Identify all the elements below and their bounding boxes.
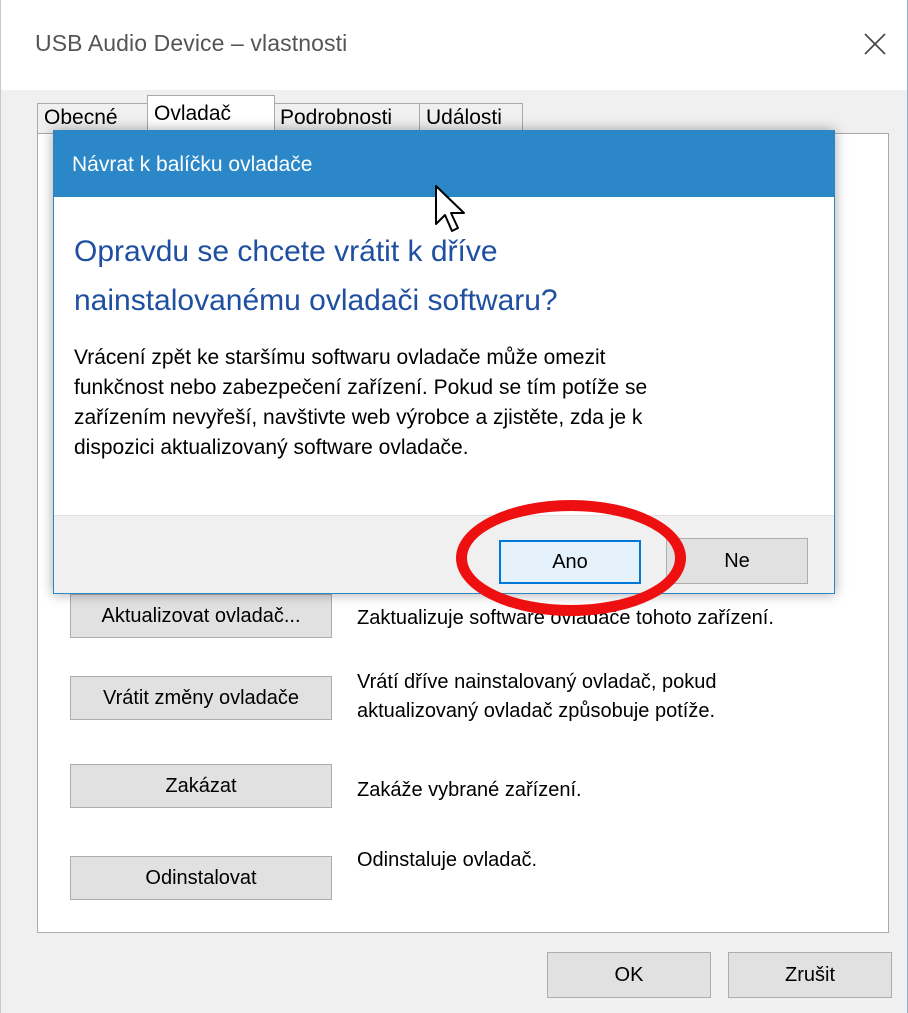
dialog-message-line: funkčnost nebo zabezpečení zařízení. Pok… (74, 376, 648, 399)
cancel-button[interactable]: Zrušit (728, 952, 892, 998)
yes-button[interactable]: Ano (499, 540, 641, 584)
dialog-message: Vrácení zpět ke staršímu softwaru ovlada… (74, 343, 814, 463)
rollback-driver-description: Vrátí dříve nainstalovaný ovladač, pokud… (357, 668, 877, 726)
window-title: USB Audio Device – vlastnosti (35, 30, 348, 56)
rollback-description-line: Vrátí dříve nainstalovaný ovladač, pokud (357, 671, 717, 693)
dialog-title: Návrat k balíčku ovladače (72, 153, 313, 176)
ok-button[interactable]: OK (547, 952, 711, 998)
title-bar: USB Audio Device – vlastnosti (1, 0, 907, 90)
dialog-heading: Opravdu se chcete vrátit k dříve nainsta… (74, 227, 794, 325)
dialog-message-line: Vrácení zpět ke staršímu softwaru ovlada… (74, 346, 606, 369)
dialog-footer: Ano Ne (54, 515, 834, 593)
rollback-driver-button[interactable]: Vrátit změny ovladače (70, 676, 332, 720)
disable-device-button[interactable]: Zakázat (70, 764, 332, 808)
update-driver-button[interactable]: Aktualizovat ovladač... (70, 594, 332, 638)
uninstall-driver-button[interactable]: Odinstalovat (70, 856, 332, 900)
close-button[interactable] (851, 22, 899, 66)
dialog-message-line: dispozici aktualizovaný software ovladač… (74, 436, 469, 459)
no-button[interactable]: Ne (666, 538, 808, 584)
tab-details[interactable]: Podrobnosti (273, 103, 421, 133)
update-driver-description: Zaktualizuje software ovladače tohoto za… (357, 607, 774, 629)
close-icon (864, 33, 886, 55)
mouse-cursor-icon (435, 185, 465, 232)
rollback-description-line: aktualizovaný ovladač způsobuje potíže. (357, 700, 716, 722)
tab-driver[interactable]: Ovladač (147, 95, 275, 135)
properties-window: USB Audio Device – vlastnosti Obecné Ovl… (0, 0, 908, 1013)
uninstall-driver-description: Odinstaluje ovladač. (357, 849, 538, 871)
tab-general[interactable]: Obecné (37, 103, 149, 133)
tab-events[interactable]: Události (419, 103, 523, 133)
disable-device-description: Zakáže vybrané zařízení. (357, 779, 582, 801)
dialog-message-line: zařízením nevyřeší, navštivte web výrobc… (74, 406, 643, 429)
dialog-heading-line: nainstalovanému ovladači softwaru? (74, 284, 558, 317)
